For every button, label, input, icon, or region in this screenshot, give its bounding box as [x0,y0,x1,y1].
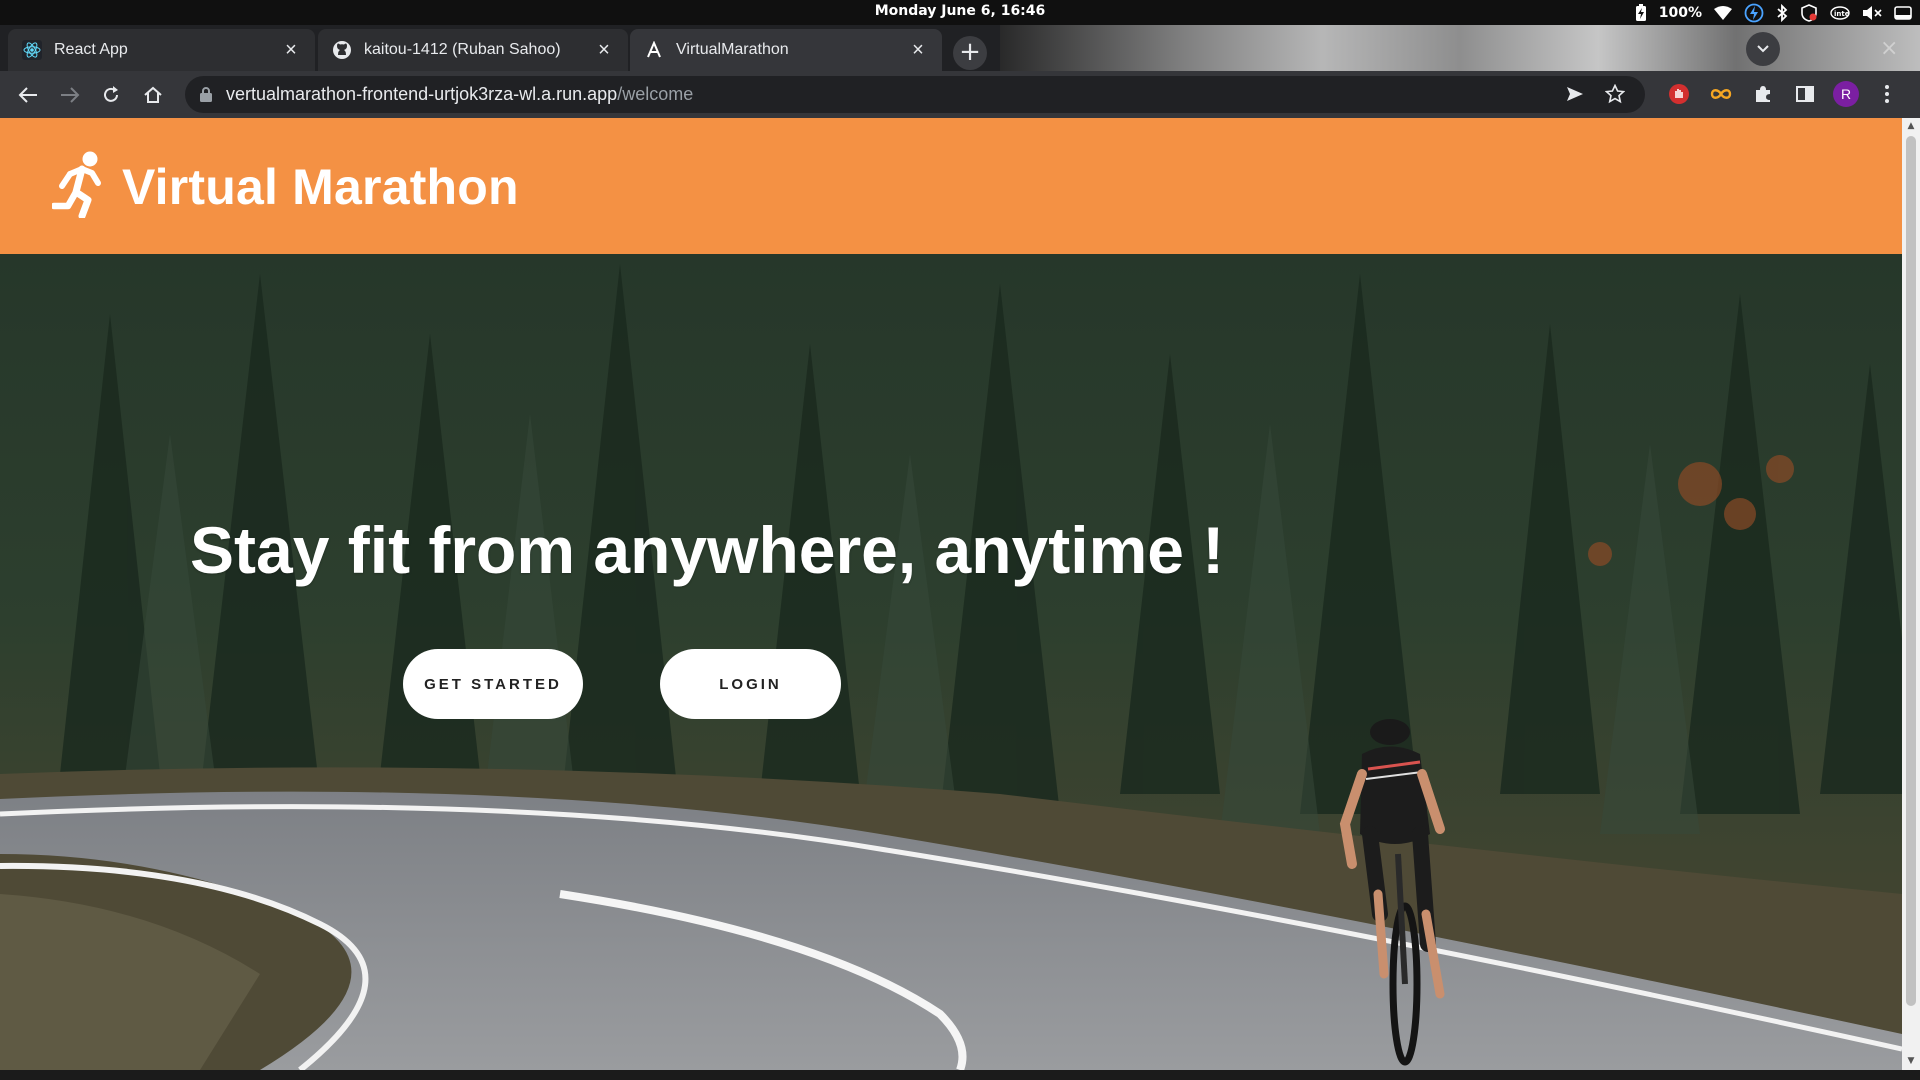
new-tab-button[interactable]: + [953,36,987,70]
bookmark-star-icon[interactable] [1604,83,1626,108]
forward-arrow-icon [61,87,80,103]
scroll-up-icon[interactable]: ▲ [1906,121,1916,131]
power-manager-icon[interactable] [1744,3,1764,23]
github-icon [332,40,352,60]
app-favicon [644,40,664,60]
browser-toolbar: vertualmarathon-frontend-urtjok3rza-wl.a… [0,71,1920,118]
tab-label: kaitou-1412 (Ruban Sahoo) [364,41,561,58]
page-viewport: Virtual Marathon Stay fit from anywhere,… [0,118,1902,1070]
tab-virtualmarathon[interactable]: VirtualMarathon × [630,29,942,71]
url-host: vertualmarathon-frontend-urtjok3rza-wl.a… [226,84,618,104]
runner-icon [52,151,101,218]
wifi-icon[interactable] [1714,5,1732,20]
back-arrow-icon [18,87,37,103]
tab-label: VirtualMarathon [676,41,789,58]
svg-text:intel: intel [1834,10,1850,18]
hero-heading: Stay fit from anywhere, anytime ! [190,513,1225,587]
volume-muted-icon[interactable] [1862,5,1882,21]
chevron-down-icon [1757,45,1769,53]
back-button[interactable] [14,81,42,109]
window-bottom-edge [0,1070,1920,1080]
url-path: /welcome [617,84,694,104]
reload-button[interactable] [97,81,125,109]
tab-search-button[interactable] [1746,32,1780,66]
home-button[interactable] [139,81,167,109]
home-icon [144,86,162,103]
side-panel-icon[interactable] [1791,80,1819,108]
send-to-devices-icon[interactable] [1565,84,1585,108]
url-text[interactable]: vertualmarathon-frontend-urtjok3rza-wl.a… [226,84,693,105]
address-bar[interactable]: vertualmarathon-frontend-urtjok3rza-wl.a… [185,76,1645,113]
get-started-button[interactable]: GET STARTED [403,649,583,719]
close-tab-icon[interactable]: × [594,40,614,60]
extensions-puzzle-icon[interactable] [1749,80,1777,108]
security-shield-icon[interactable] [1800,3,1818,22]
os-clock[interactable]: Monday June 6, 16:46 [0,3,1920,19]
login-button[interactable]: LOGIN [660,649,841,719]
hand-extension-icon[interactable] [1665,80,1693,108]
lock-icon[interactable] [199,86,213,102]
close-tab-icon[interactable]: × [908,40,928,60]
scrollbar-thumb[interactable] [1906,136,1916,1006]
hero-section: Stay fit from anywhere, anytime ! GET ST… [0,254,1902,1070]
tab-github[interactable]: kaitou-1412 (Ruban Sahoo) × [318,29,628,71]
infinity-extension-icon[interactable] [1707,80,1735,108]
tab-react-app[interactable]: React App × [8,29,315,71]
page-scrollbar[interactable]: ▲ ▼ [1902,118,1920,1070]
close-tab-icon[interactable]: × [281,40,301,60]
system-menu-icon[interactable] [1894,5,1912,20]
intel-icon[interactable]: intel [1830,5,1850,20]
os-top-bar: Monday June 6, 16:46 100% intel [0,0,1920,25]
bluetooth-icon[interactable] [1776,3,1788,22]
profile-avatar[interactable]: R [1833,81,1859,107]
extensions-area: R [1665,80,1901,108]
window-close-icon[interactable]: × [1880,36,1898,61]
react-icon [22,40,42,60]
hero-background-image [0,254,1902,1070]
battery-charging-icon[interactable] [1635,3,1647,22]
system-tray: 100% intel [1635,2,1912,23]
forward-button[interactable] [56,81,84,109]
browser-tab-strip: React App × kaitou-1412 (Ruban Sahoo) × … [0,25,1920,71]
tab-label: React App [54,41,128,58]
browser-theme-background [1000,25,1920,71]
battery-percentage: 100% [1658,4,1702,21]
scroll-down-icon[interactable]: ▼ [1906,1056,1916,1066]
brand-title[interactable]: Virtual Marathon [122,158,519,216]
app-header: Virtual Marathon [0,118,1902,254]
reload-icon [104,86,118,102]
browser-menu-icon[interactable] [1873,80,1901,108]
